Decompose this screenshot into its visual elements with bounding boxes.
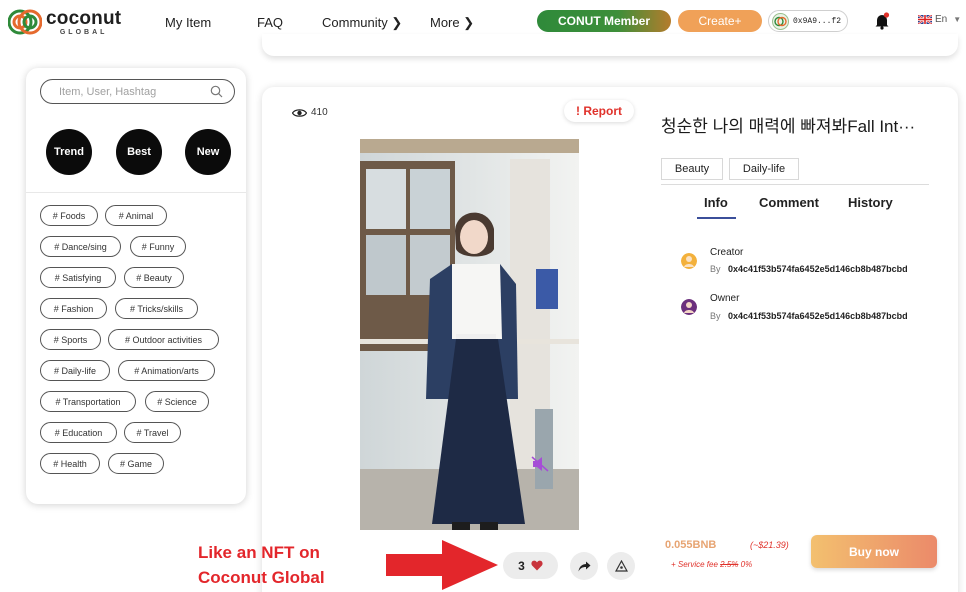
language-label: En (935, 14, 948, 25)
owner-label: Owner (710, 293, 740, 304)
view-count-value: 410 (311, 107, 328, 118)
report-button[interactable]: ! Report (564, 100, 634, 122)
tab-history[interactable]: History (848, 195, 893, 210)
sidebar-divider (26, 192, 246, 193)
filter-new-button[interactable]: New (185, 129, 231, 175)
category-tag-daily-life[interactable]: Daily-life (729, 158, 799, 180)
owner-address[interactable]: 0x4c41f53b574fa6452e5d146cb8b487bcbd (728, 311, 908, 321)
tag-satisfying[interactable]: # Satisfying (40, 267, 116, 288)
creator-label: Creator (710, 247, 744, 258)
tag-game[interactable]: # Game (108, 453, 164, 474)
item-title: 청순한 나의 매력에 빠져봐Fall Int··· (661, 117, 916, 136)
tag-science[interactable]: # Science (145, 391, 209, 412)
previous-item-card (262, 34, 958, 56)
nav-community[interactable]: Community ❯ (322, 15, 402, 31)
owner-by-label: By (710, 311, 721, 321)
tag-daily-life[interactable]: # Daily-life (40, 360, 110, 381)
annotation-line-2: Coconut Global (198, 568, 325, 587)
service-fee-old: 2.5% (720, 560, 739, 569)
tag-outdoor-activities[interactable]: # Outdoor activities (108, 329, 219, 350)
page: coconut GLOBAL My Item FAQ Community ❯ M… (0, 0, 966, 592)
search-icon[interactable] (210, 85, 223, 98)
annotation-line-1: Like an NFT on (198, 543, 320, 562)
tag-transportation[interactable]: # Transportation (40, 391, 136, 412)
filter-trend-button[interactable]: Trend (46, 129, 92, 175)
like-count: 3 (518, 558, 525, 573)
notification-bell-icon[interactable] (874, 12, 890, 30)
mute-icon[interactable] (531, 456, 549, 472)
tag-beauty[interactable]: # Beauty (124, 267, 184, 288)
annotation-arrow-icon (386, 540, 498, 590)
chevron-down-icon: ▼ (953, 15, 962, 24)
category-tag-beauty[interactable]: Beauty (661, 158, 723, 180)
owner-avatar[interactable] (681, 299, 697, 315)
service-fee-prefix: + Service fee (671, 560, 718, 569)
tag-education[interactable]: # Education (40, 422, 117, 443)
logo-text: coconut GLOBAL (46, 9, 121, 36)
sidebar: Trend Best New # Foods # Animal # Dance/… (26, 68, 246, 504)
tag-tricks-skills[interactable]: # Tricks/skills (115, 298, 198, 319)
search-box (40, 79, 235, 104)
logo-subtitle: GLOBAL (59, 28, 108, 36)
tab-info[interactable]: Info (704, 195, 728, 210)
triangle-icon (614, 560, 628, 572)
filter-best-button[interactable]: Best (116, 129, 162, 175)
wallet-address: 0x9A9...f2 (793, 16, 842, 26)
search-input[interactable] (59, 85, 219, 98)
creator-address[interactable]: 0x4c41f53b574fa6452e5d146cb8b487bcbd (728, 264, 908, 274)
view-count: 410 (292, 107, 328, 118)
creator-avatar[interactable] (681, 253, 697, 269)
tag-dance-sing[interactable]: # Dance/sing (40, 236, 121, 257)
share-button[interactable] (570, 552, 598, 580)
service-fee: + Service fee 2.5% 0% (671, 560, 752, 569)
nft-chain-button[interactable] (607, 552, 635, 580)
wallet-avatar-icon (772, 12, 789, 30)
nav-my-item[interactable]: My Item (165, 15, 211, 30)
annotation-text: Like an NFT on Coconut Global (198, 540, 325, 590)
coconut-logo-icon (8, 9, 42, 35)
tab-comment[interactable]: Comment (759, 195, 819, 210)
item-price: 0.055BNB (665, 539, 717, 551)
language-selector[interactable]: En ▼ (918, 14, 961, 25)
like-button[interactable]: 3 (503, 552, 558, 579)
active-tab-indicator (697, 217, 736, 219)
service-fee-new: 0% (740, 560, 753, 569)
item-price-usd: (~$21.39) (750, 540, 789, 550)
tag-fashion[interactable]: # Fashion (40, 298, 107, 319)
nav-more[interactable]: More ❯ (430, 15, 474, 31)
tag-animal[interactable]: # Animal (105, 205, 167, 226)
coconut-logo[interactable]: coconut GLOBAL (8, 8, 121, 36)
uk-flag-icon (918, 15, 932, 24)
tag-funny[interactable]: # Funny (130, 236, 186, 257)
tag-travel[interactable]: # Travel (124, 422, 181, 443)
nav-faq[interactable]: FAQ (257, 15, 283, 30)
eye-icon (292, 108, 307, 117)
wallet-button[interactable]: 0x9A9...f2 (768, 10, 848, 32)
create-button[interactable]: Create+ (678, 10, 762, 32)
buy-now-button[interactable]: Buy now (811, 535, 937, 568)
tag-sports[interactable]: # Sports (40, 329, 101, 350)
creator-by-label: By (710, 264, 721, 274)
tag-foods[interactable]: # Foods (40, 205, 98, 226)
category-divider (661, 184, 929, 185)
share-icon (578, 561, 590, 571)
tag-animation-arts[interactable]: # Animation/arts (118, 360, 215, 381)
conut-member-button[interactable]: CONUT Member (537, 10, 671, 32)
tag-health[interactable]: # Health (40, 453, 100, 474)
heart-icon (531, 560, 543, 571)
logo-word: coconut (46, 7, 122, 29)
